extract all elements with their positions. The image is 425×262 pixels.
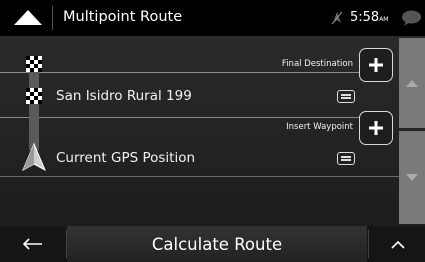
triangle-down-icon: [406, 174, 418, 181]
scroll-down-button[interactable]: [399, 131, 425, 224]
message-bubble-icon[interactable]: [401, 10, 422, 26]
plus-icon: [369, 58, 383, 72]
clock-time: 5:58: [350, 10, 380, 25]
insert-waypoint-button[interactable]: [359, 111, 393, 145]
insert-waypoint-label: Insert Waypoint: [286, 122, 353, 132]
details-icon[interactable]: [337, 90, 355, 103]
back-button[interactable]: [0, 226, 66, 262]
gps-off-icon: [331, 11, 343, 25]
title-bar: Multipoint Route 5:58AM: [0, 0, 425, 36]
expand-menu-button[interactable]: [370, 226, 425, 262]
final-destination-label: Final Destination: [281, 59, 353, 69]
row-divider: [0, 72, 360, 73]
page-title: Multipoint Route: [63, 9, 183, 25]
calculate-route-label: Calculate Route: [151, 234, 283, 254]
scroll-up-button[interactable]: [399, 38, 425, 128]
triangle-up-icon: [406, 79, 418, 87]
chevron-up-icon: [390, 240, 405, 249]
waypoint-label: San Isidro Rural 199: [56, 88, 192, 104]
calculate-route-button[interactable]: Calculate Route: [67, 226, 367, 262]
row-divider: [0, 176, 399, 177]
arrow-position-icon: [22, 143, 46, 171]
arrow-left-icon: [23, 238, 42, 250]
add-final-destination-button[interactable]: [359, 48, 393, 82]
details-icon[interactable]: [337, 152, 355, 165]
plus-icon: [369, 121, 383, 135]
triangle-menu-icon[interactable]: [13, 9, 43, 26]
checkered-flag-icon: [26, 56, 42, 72]
title-divider: [52, 6, 53, 30]
row-divider: [0, 117, 360, 118]
route-track: [29, 70, 39, 150]
clock-ampm: AM: [379, 16, 389, 23]
bottom-bar: Calculate Route: [0, 226, 425, 262]
bottom-divider: [368, 230, 369, 258]
status-clock: 5:58AM: [350, 10, 388, 25]
current-position-label: Current GPS Position: [56, 150, 196, 166]
checkered-flag-icon: [26, 88, 42, 104]
